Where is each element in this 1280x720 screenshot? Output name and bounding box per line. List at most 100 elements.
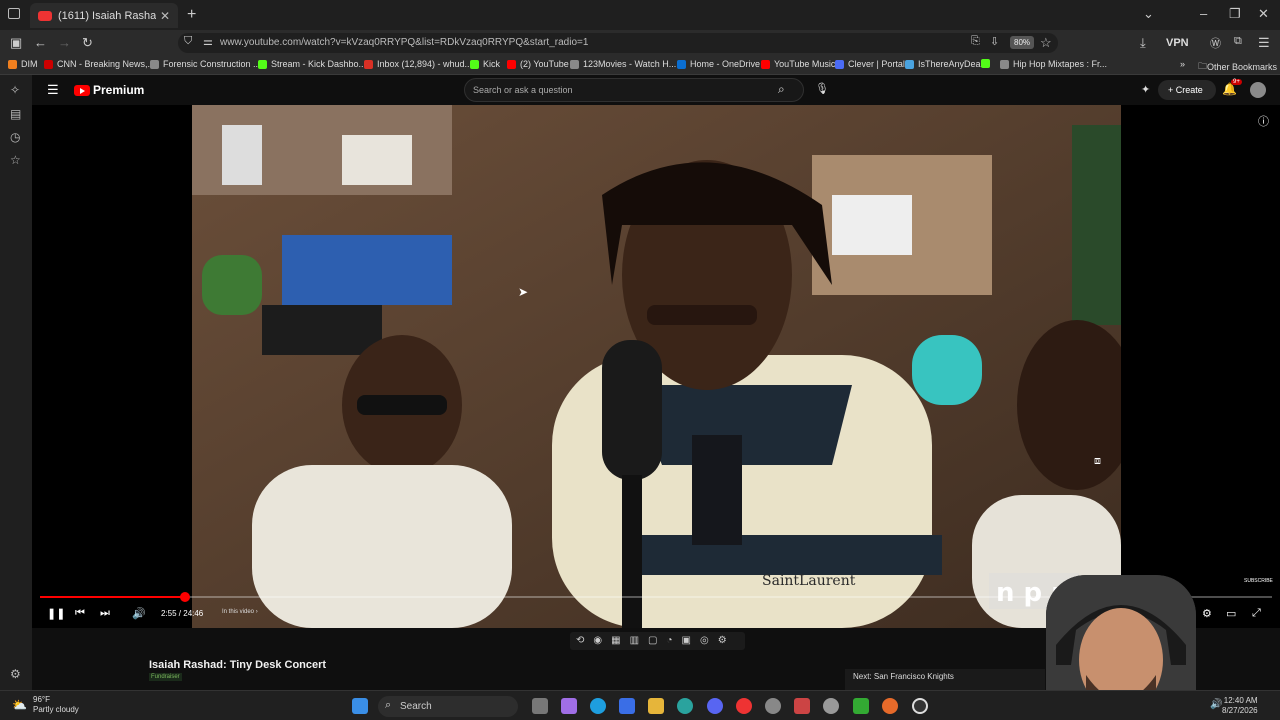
bookmark-item[interactable]: Inbox (12,894) - whud... [364,59,472,69]
bookmark-item[interactable]: Hip Hop Mixtapes : Fr... [1000,59,1107,69]
taskbar-search[interactable]: Search [378,696,518,717]
discord-icon[interactable] [707,698,723,714]
settings-app-icon[interactable] [765,698,781,714]
shield-icon[interactable]: ⛉ [184,35,192,48]
next-icon[interactable]: ⏭ [100,607,110,620]
bookmark-item[interactable]: Clever | Portal [835,59,905,69]
hamburger-menu-icon[interactable]: ☰ [47,82,59,98]
start-windows-icon[interactable] [352,698,368,714]
pause-icon[interactable]: ❚❚ [47,607,65,620]
file-explorer-icon[interactable] [648,698,664,714]
bookmark-favicon-icon [677,59,686,69]
bookmark-star-icon[interactable]: ☆ [1040,35,1052,51]
progress-scrubber[interactable] [180,592,191,602]
subscribe-watermark[interactable]: SUBSCRIBE [1244,578,1273,584]
reading-list-icon[interactable]: ▤ [10,107,21,121]
reload-icon[interactable]: ↻ [82,35,93,51]
browser-app-icon[interactable] [677,698,693,714]
previous-icon[interactable]: ⏮ [75,607,85,620]
clip-icon[interactable]: ▣ [682,635,691,647]
pip-icon[interactable]: ▢ [648,635,657,647]
history-icon[interactable]: ◷ [10,130,20,144]
bookmark-item[interactable]: (2) YouTube [507,59,569,69]
fullscreen-icon[interactable]: ⤢ [1252,607,1261,620]
cast-icon[interactable]: ⎘ [971,35,980,48]
bookmarks-overflow-icon[interactable]: » [1180,59,1185,69]
sidebar-toggle-icon[interactable]: ▣ [10,35,22,51]
miniplayer-hint-icon[interactable]: ⧈ [1094,455,1101,468]
close-window-icon[interactable]: ✕ [1258,6,1269,22]
minimize-icon[interactable]: – [1200,6,1207,21]
copilot-icon[interactable] [561,698,577,714]
wallet-icon[interactable]: Ⓦ [1210,35,1221,51]
up-next-card[interactable]: Next: San Francisco Knights [845,669,1045,690]
weather-widget[interactable]: 96°F Partly cloudy [33,695,79,715]
audio-icon[interactable]: ◉ [593,635,602,647]
bookmark-item[interactable]: CNN - Breaking News,... [44,59,155,69]
fundraiser-badge[interactable]: Fundraiser [149,673,182,681]
video-frame[interactable]: SaintLaurent n p r [192,105,1121,628]
bookmark-item[interactable]: Stream - Kick Dashbo... [258,59,366,69]
firefox-icon[interactable] [882,698,898,714]
downloads-icon[interactable]: ⤓ [1140,35,1146,51]
bookmark-item[interactable]: YouTube Music [761,59,835,69]
maximize-icon[interactable]: ❐ [1229,6,1241,22]
create-button[interactable]: + Create [1158,80,1216,100]
search-icon[interactable]: ⌕ [778,82,785,97]
tab-list-chevron-icon[interactable]: ⌄ [1143,6,1154,22]
loop-icon[interactable]: ⟲ [576,635,584,647]
store-icon[interactable] [619,698,635,714]
back-icon[interactable]: ← [34,35,47,50]
bookmark-item[interactable]: IsThereAnyDeal [905,59,983,69]
other-bookmarks-folder[interactable]: 🗀 Other Bookmarks [1198,59,1277,75]
menu-icon[interactable]: ☰ [1258,35,1270,51]
tools-settings-icon[interactable]: ⚙ [718,635,727,647]
bookmark-item[interactable]: Kick [470,59,500,69]
avatar[interactable] [1250,82,1266,98]
close-tab-icon[interactable]: ✕ [160,9,170,23]
favorites-icon[interactable]: ☆ [10,153,21,167]
weather-icon[interactable]: ⛅ [12,698,27,712]
media-player-icon[interactable] [853,698,869,714]
frame-icon[interactable]: ▥ [630,635,639,647]
task-view-icon[interactable] [532,698,548,714]
info-icon[interactable]: ⓘ [1258,113,1269,129]
bookmarks-bar: DIM CNN - Breaking News,... Forensic Const… [0,56,1280,75]
ai-sparkle-icon[interactable]: ✦ [1141,83,1150,96]
extensions-icon[interactable]: ⧉ [1234,35,1242,48]
bookmark-item[interactable]: Forensic Construction ... [150,59,261,69]
settings-icon[interactable]: ⚙ [1202,607,1212,620]
obs-icon[interactable] [912,698,928,714]
active-tab[interactable]: (1611) Isaiah Rashad: Tiny D ✕ [30,3,178,28]
zoom-badge[interactable]: 80% [1010,36,1035,49]
app-icon-9[interactable] [794,698,810,714]
theater-mode-icon[interactable]: ▭ [1226,607,1236,620]
forward-icon[interactable]: → [58,35,71,50]
bookmark-item[interactable]: DIM [8,59,38,69]
tab-actions-icon[interactable] [8,8,20,19]
download-page-icon[interactable]: ⇩ [990,35,999,48]
chapter-button[interactable]: In this video › [222,609,258,615]
screenshot-icon[interactable]: ◎ [700,635,709,647]
search-input[interactable]: Search or ask a question [464,78,804,102]
video-player[interactable]: SaintLaurent n p r ➤ ⓘ ⧈ SUBSCRIBE ❚❚ ⏮ … [32,105,1280,628]
ai-icon[interactable]: ✧ [10,83,20,97]
cinema-icon[interactable]: ▦ [611,635,620,647]
bookmark-item[interactable]: Home - OneDrive [677,59,760,69]
voice-search-icon[interactable]: 🎙 [815,82,829,95]
bookmark-item[interactable]: 123Movies - Watch H... [570,59,676,69]
volume-icon[interactable]: 🔊 [132,607,146,620]
speed-icon[interactable]: ◔ [666,635,672,647]
sidebar-settings-icon[interactable]: ⚙ [10,667,21,681]
edge-icon[interactable] [590,698,606,714]
app-icon-10[interactable] [823,698,839,714]
youtube-app-icon[interactable] [736,698,752,714]
bookmark-item[interactable] [981,59,994,68]
site-settings-icon[interactable]: ⚌ [203,35,213,48]
vpn-button[interactable]: VPN [1166,37,1189,49]
new-tab-icon[interactable]: + [187,6,196,24]
volume-tray-icon[interactable]: 🔊 [1210,699,1222,710]
address-bar[interactable]: www.youtube.com/watch?v=kVzaq0RRYPQ&list… [178,33,1058,53]
clock[interactable]: 12:40 AM 8/27/2026 [1222,696,1258,716]
youtube-logo[interactable]: Premium [74,83,144,97]
